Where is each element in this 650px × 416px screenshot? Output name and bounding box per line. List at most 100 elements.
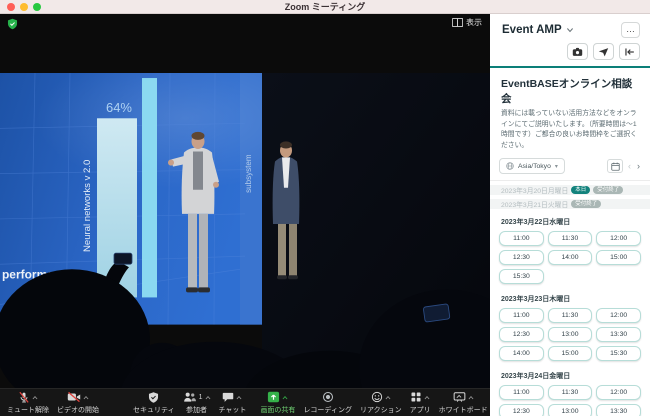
- time-slot-button[interactable]: 11:30: [548, 231, 593, 246]
- collapse-panel-button[interactable]: [619, 43, 640, 60]
- timezone-value: Asia/Tokyo: [518, 163, 551, 170]
- stage-side-label: subsystem: [244, 154, 253, 193]
- time-slot-button[interactable]: 12:00: [596, 308, 641, 323]
- camera-snapshot-button[interactable]: [567, 43, 588, 60]
- timezone-row: Asia/Tokyo ▾ ‹ ›: [499, 158, 641, 174]
- closed-badge: 受付終了: [571, 200, 601, 208]
- titlebar: Zoom ミーティング: [0, 0, 650, 14]
- encryption-shield-badge[interactable]: [7, 18, 18, 33]
- divider: [490, 180, 650, 181]
- time-slot-button[interactable]: 11:30: [548, 385, 593, 400]
- chevron-up-icon: [83, 395, 89, 400]
- record-button[interactable]: レコーディング: [301, 390, 354, 416]
- slot-grid: 11:00 11:30 12:00 12:30 13:00 13:30 14:0…: [490, 385, 650, 416]
- video-topbar: 表示: [0, 14, 490, 73]
- time-slot-button[interactable]: 12:30: [499, 250, 544, 265]
- time-slot-button[interactable]: 12:30: [499, 327, 544, 342]
- booking-widget: EventBASEオンライン相談会 資料には載っていない活用方法などをオンライン…: [490, 68, 650, 416]
- smiley-icon: [371, 391, 383, 403]
- time-slot-button[interactable]: 11:00: [499, 231, 544, 246]
- chat-bubble-icon: [222, 391, 234, 403]
- time-slot-button[interactable]: 13:00: [548, 327, 593, 342]
- chevron-up-icon: [468, 395, 474, 400]
- stage-bar-label: Neural networks v 2.0: [82, 160, 93, 252]
- app-switcher[interactable]: Event AMP: [502, 24, 574, 36]
- stage-scene: 64% Neural networks v 2.0 subsystem perf…: [0, 73, 490, 388]
- video-muted-icon: [67, 391, 81, 403]
- day-group: 2023年3月23日木曜日 11:00 11:30 12:00 12:30 13…: [490, 286, 650, 363]
- shield-check-icon: [7, 18, 18, 30]
- participants-button[interactable]: 1 参加者: [181, 390, 213, 416]
- start-video-button[interactable]: ビデオの開始: [55, 390, 101, 416]
- chevron-up-icon: [236, 395, 242, 400]
- microphone-muted-icon: [18, 391, 30, 404]
- time-slot-button[interactable]: 11:00: [499, 308, 544, 323]
- time-slot-button[interactable]: 11:00: [499, 385, 544, 400]
- time-slot-button[interactable]: 12:00: [596, 385, 641, 400]
- view-button[interactable]: 表示: [452, 17, 482, 28]
- time-slot-button[interactable]: 15:30: [596, 346, 641, 361]
- chevron-down-icon: [566, 27, 574, 33]
- day-heading: 2023年3月24日金曜日: [490, 363, 650, 385]
- day-heading: 2023年3月22日水曜日: [490, 209, 650, 231]
- calendar-button[interactable]: [607, 159, 623, 173]
- view-label: 表示: [466, 17, 482, 28]
- time-slot-button[interactable]: 14:00: [499, 346, 544, 361]
- timezone-select[interactable]: Asia/Tokyo ▾: [499, 158, 565, 174]
- security-button[interactable]: セキュリティ: [131, 390, 177, 416]
- time-slot-button[interactable]: 15:00: [596, 250, 641, 265]
- unmute-button[interactable]: ミュート解除: [5, 390, 51, 416]
- app-name: Event AMP: [502, 24, 562, 36]
- time-slot-button[interactable]: 15:30: [499, 269, 544, 284]
- prev-week-button[interactable]: ‹: [627, 161, 632, 171]
- stage-bar-value: 64%: [106, 100, 132, 115]
- more-options-button[interactable]: …: [621, 22, 640, 38]
- time-slot-button[interactable]: 13:00: [548, 404, 593, 416]
- reactions-button[interactable]: リアクション: [358, 390, 404, 416]
- whiteboard-button[interactable]: ホワイトボード: [437, 390, 490, 416]
- time-slot-button[interactable]: 12:00: [596, 231, 641, 246]
- meeting-toolbar: ミュート解除 ビデオの開始: [0, 388, 490, 416]
- video-area: 表示: [0, 14, 490, 416]
- time-slot-button[interactable]: 15:00: [548, 346, 593, 361]
- share-screen-button[interactable]: 画面の共有: [258, 390, 297, 416]
- chevron-up-icon: [424, 395, 430, 400]
- panel-header: Event AMP …: [490, 14, 650, 38]
- chevron-up-icon: [205, 395, 211, 400]
- day-row-closed: 2023年3月20日月曜日 本日 受付終了: [490, 185, 650, 195]
- video-feed: 64% Neural networks v 2.0 subsystem perf…: [0, 73, 490, 388]
- camera-icon: [572, 47, 583, 57]
- whiteboard-icon: [453, 391, 466, 403]
- shield-icon: [148, 391, 159, 404]
- record-icon: [322, 391, 334, 403]
- next-week-button[interactable]: ›: [636, 161, 641, 171]
- caret-down-icon: ▾: [555, 163, 558, 170]
- chevron-up-icon: [32, 395, 38, 400]
- chat-button[interactable]: チャット: [217, 390, 249, 416]
- event-description: 資料には載っていない活用方法などをオンラインにてご説明いたします。（所要時間は～…: [490, 109, 650, 151]
- apps-button[interactable]: アプリ: [408, 390, 433, 416]
- calendar-nav: ‹ ›: [607, 159, 641, 173]
- time-slot-button[interactable]: 14:00: [548, 250, 593, 265]
- paper-plane-icon: [598, 47, 609, 57]
- today-badge: 本日: [571, 186, 590, 194]
- panel-actions: [490, 38, 650, 66]
- globe-icon: [506, 162, 514, 170]
- event-amp-panel: Event AMP …: [490, 14, 650, 416]
- zoom-window: Zoom ミーティング 表示: [0, 0, 650, 416]
- slot-grid: 11:00 11:30 12:00 12:30 14:00 15:00 15:3…: [490, 231, 650, 284]
- collapse-left-icon: [624, 47, 635, 57]
- day-group: 2023年3月24日金曜日 11:00 11:30 12:00 12:30 13…: [490, 363, 650, 416]
- time-slot-button[interactable]: 12:30: [499, 404, 544, 416]
- time-slot-button[interactable]: 13:30: [596, 327, 641, 342]
- day-group: 2023年3月22日水曜日 11:00 11:30 12:00 12:30 14…: [490, 209, 650, 286]
- layout-grid-icon: [452, 18, 463, 27]
- time-slot-button[interactable]: 11:30: [548, 308, 593, 323]
- window-title: Zoom ミーティング: [0, 0, 650, 13]
- share-screen-icon: [267, 391, 280, 403]
- time-slot-button[interactable]: 13:30: [596, 404, 641, 416]
- day-row-closed: 2023年3月21日火曜日 受付終了: [490, 199, 650, 209]
- participants-count: 1: [199, 394, 203, 401]
- send-button[interactable]: [593, 43, 614, 60]
- apps-grid-icon: [410, 391, 422, 403]
